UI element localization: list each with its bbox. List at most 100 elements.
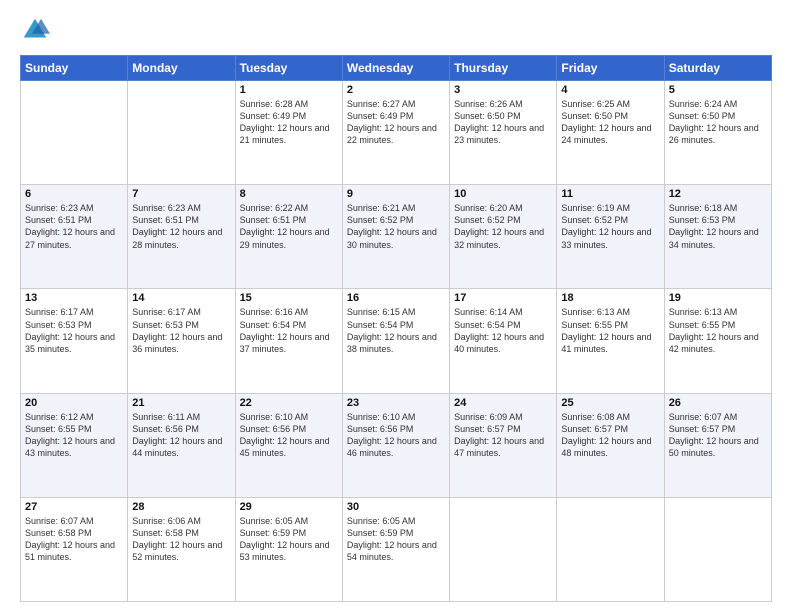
calendar-cell: 11 Sunrise: 6:19 AMSunset: 6:52 PMDayligh… xyxy=(557,185,664,289)
day-number: 28 xyxy=(132,501,230,513)
calendar-cell xyxy=(664,497,771,601)
calendar-cell xyxy=(557,497,664,601)
calendar-cell: 21 Sunrise: 6:11 AMSunset: 6:56 PMDayligh… xyxy=(128,393,235,497)
day-info: Sunrise: 6:10 AMSunset: 6:56 PMDaylight:… xyxy=(240,411,338,460)
day-info: Sunrise: 6:21 AMSunset: 6:52 PMDaylight:… xyxy=(347,202,445,251)
calendar-cell xyxy=(128,81,235,185)
calendar-cell: 16 Sunrise: 6:15 AMSunset: 6:54 PMDayligh… xyxy=(342,289,449,393)
day-info: Sunrise: 6:07 AMSunset: 6:57 PMDaylight:… xyxy=(669,411,767,460)
calendar-week-3: 13 Sunrise: 6:17 AMSunset: 6:53 PMDayligh… xyxy=(21,289,772,393)
calendar-cell: 8 Sunrise: 6:22 AMSunset: 6:51 PMDaylight… xyxy=(235,185,342,289)
day-number: 1 xyxy=(240,84,338,96)
day-number: 12 xyxy=(669,188,767,200)
day-info: Sunrise: 6:07 AMSunset: 6:58 PMDaylight:… xyxy=(25,515,123,564)
day-number: 14 xyxy=(132,292,230,304)
calendar-cell: 15Sunrise: 6:16 AMSunset: 6:54 PMDayligh… xyxy=(235,289,342,393)
day-number: 20 xyxy=(25,397,123,409)
calendar-cell: 22 Sunrise: 6:10 AMSunset: 6:56 PMDayligh… xyxy=(235,393,342,497)
header xyxy=(20,15,772,45)
calendar-cell xyxy=(21,81,128,185)
day-number: 6 xyxy=(25,188,123,200)
day-info: Sunrise: 6:08 AMSunset: 6:57 PMDaylight:… xyxy=(561,411,659,460)
calendar-cell: 14 Sunrise: 6:17 AMSunset: 6:53 PMDayligh… xyxy=(128,289,235,393)
day-info: Sunrise: 6:05 AMSunset: 6:59 PMDaylight:… xyxy=(347,515,445,564)
day-number: 27 xyxy=(25,501,123,513)
calendar-week-2: 6 Sunrise: 6:23 AMSunset: 6:51 PMDaylight… xyxy=(21,185,772,289)
calendar-cell: 13Sunrise: 6:17 AMSunset: 6:53 PMDayligh… xyxy=(21,289,128,393)
day-number: 21 xyxy=(132,397,230,409)
day-number: 8 xyxy=(240,188,338,200)
day-info: Sunrise: 6:10 AMSunset: 6:56 PMDaylight:… xyxy=(347,411,445,460)
calendar-cell: 29 Sunrise: 6:05 AMSunset: 6:59 PMDayligh… xyxy=(235,497,342,601)
day-number: 3 xyxy=(454,84,552,96)
day-number: 25 xyxy=(561,397,659,409)
header-day-sunday: Sunday xyxy=(21,56,128,81)
calendar-cell: 5 Sunrise: 6:24 AMSunset: 6:50 PMDaylight… xyxy=(664,81,771,185)
day-number: 7 xyxy=(132,188,230,200)
logo xyxy=(20,15,54,45)
calendar-week-1: 1Sunrise: 6:28 AMSunset: 6:49 PMDaylight… xyxy=(21,81,772,185)
calendar-week-5: 27 Sunrise: 6:07 AMSunset: 6:58 PMDayligh… xyxy=(21,497,772,601)
calendar-cell xyxy=(450,497,557,601)
day-info: Sunrise: 6:20 AMSunset: 6:52 PMDaylight:… xyxy=(454,202,552,251)
calendar-table: SundayMondayTuesdayWednesdayThursdayFrid… xyxy=(20,55,772,602)
calendar-cell: 2 Sunrise: 6:27 AMSunset: 6:49 PMDaylight… xyxy=(342,81,449,185)
header-day-monday: Monday xyxy=(128,56,235,81)
header-day-saturday: Saturday xyxy=(664,56,771,81)
day-number: 29 xyxy=(240,501,338,513)
header-day-thursday: Thursday xyxy=(450,56,557,81)
day-number: 23 xyxy=(347,397,445,409)
day-number: 16 xyxy=(347,292,445,304)
day-number: 30 xyxy=(347,501,445,513)
calendar-cell: 18Sunrise: 6:13 AMSunset: 6:55 PMDayligh… xyxy=(557,289,664,393)
day-number: 5 xyxy=(669,84,767,96)
day-number: 11 xyxy=(561,188,659,200)
day-number: 10 xyxy=(454,188,552,200)
calendar-cell: 1Sunrise: 6:28 AMSunset: 6:49 PMDaylight… xyxy=(235,81,342,185)
day-info: Sunrise: 6:11 AMSunset: 6:56 PMDaylight:… xyxy=(132,411,230,460)
calendar-cell: 9 Sunrise: 6:21 AMSunset: 6:52 PMDaylight… xyxy=(342,185,449,289)
day-info: Sunrise: 6:24 AMSunset: 6:50 PMDaylight:… xyxy=(669,98,767,147)
calendar-cell: 19 Sunrise: 6:13 AMSunset: 6:55 PMDayligh… xyxy=(664,289,771,393)
day-number: 22 xyxy=(240,397,338,409)
day-number: 24 xyxy=(454,397,552,409)
day-info: Sunrise: 6:19 AMSunset: 6:52 PMDaylight:… xyxy=(561,202,659,251)
day-info: Sunrise: 6:26 AMSunset: 6:50 PMDaylight:… xyxy=(454,98,552,147)
calendar-cell: 4Sunrise: 6:25 AMSunset: 6:50 PMDaylight… xyxy=(557,81,664,185)
day-number: 13 xyxy=(25,292,123,304)
day-info: Sunrise: 6:23 AMSunset: 6:51 PMDaylight:… xyxy=(132,202,230,251)
calendar-cell: 23 Sunrise: 6:10 AMSunset: 6:56 PMDayligh… xyxy=(342,393,449,497)
day-info: Sunrise: 6:22 AMSunset: 6:51 PMDaylight:… xyxy=(240,202,338,251)
calendar-cell: 20 Sunrise: 6:12 AMSunset: 6:55 PMDayligh… xyxy=(21,393,128,497)
day-number: 26 xyxy=(669,397,767,409)
calendar-cell: 7 Sunrise: 6:23 AMSunset: 6:51 PMDaylight… xyxy=(128,185,235,289)
calendar-cell: 6 Sunrise: 6:23 AMSunset: 6:51 PMDaylight… xyxy=(21,185,128,289)
day-info: Sunrise: 6:27 AMSunset: 6:49 PMDaylight:… xyxy=(347,98,445,147)
day-info: Sunrise: 6:18 AMSunset: 6:53 PMDaylight:… xyxy=(669,202,767,251)
day-number: 9 xyxy=(347,188,445,200)
calendar-week-4: 20 Sunrise: 6:12 AMSunset: 6:55 PMDayligh… xyxy=(21,393,772,497)
calendar-header-row: SundayMondayTuesdayWednesdayThursdayFrid… xyxy=(21,56,772,81)
day-info: Sunrise: 6:13 AMSunset: 6:55 PMDaylight:… xyxy=(669,306,767,355)
day-info: Sunrise: 6:09 AMSunset: 6:57 PMDaylight:… xyxy=(454,411,552,460)
day-info: Sunrise: 6:17 AMSunset: 6:53 PMDaylight:… xyxy=(132,306,230,355)
calendar-cell: 26 Sunrise: 6:07 AMSunset: 6:57 PMDayligh… xyxy=(664,393,771,497)
calendar-cell: 30 Sunrise: 6:05 AMSunset: 6:59 PMDayligh… xyxy=(342,497,449,601)
day-number: 19 xyxy=(669,292,767,304)
header-day-wednesday: Wednesday xyxy=(342,56,449,81)
day-info: Sunrise: 6:12 AMSunset: 6:55 PMDaylight:… xyxy=(25,411,123,460)
calendar-cell: 24 Sunrise: 6:09 AMSunset: 6:57 PMDayligh… xyxy=(450,393,557,497)
calendar-cell: 10 Sunrise: 6:20 AMSunset: 6:52 PMDayligh… xyxy=(450,185,557,289)
calendar-cell: 28Sunrise: 6:06 AMSunset: 6:58 PMDayligh… xyxy=(128,497,235,601)
header-day-friday: Friday xyxy=(557,56,664,81)
page: SundayMondayTuesdayWednesdayThursdayFrid… xyxy=(0,0,792,612)
day-info: Sunrise: 6:15 AMSunset: 6:54 PMDaylight:… xyxy=(347,306,445,355)
day-number: 2 xyxy=(347,84,445,96)
day-info: Sunrise: 6:25 AMSunset: 6:50 PMDaylight:… xyxy=(561,98,659,147)
day-info: Sunrise: 6:23 AMSunset: 6:51 PMDaylight:… xyxy=(25,202,123,251)
logo-icon xyxy=(20,15,50,45)
header-day-tuesday: Tuesday xyxy=(235,56,342,81)
day-number: 15 xyxy=(240,292,338,304)
day-info: Sunrise: 6:05 AMSunset: 6:59 PMDaylight:… xyxy=(240,515,338,564)
day-info: Sunrise: 6:13 AMSunset: 6:55 PMDaylight:… xyxy=(561,306,659,355)
